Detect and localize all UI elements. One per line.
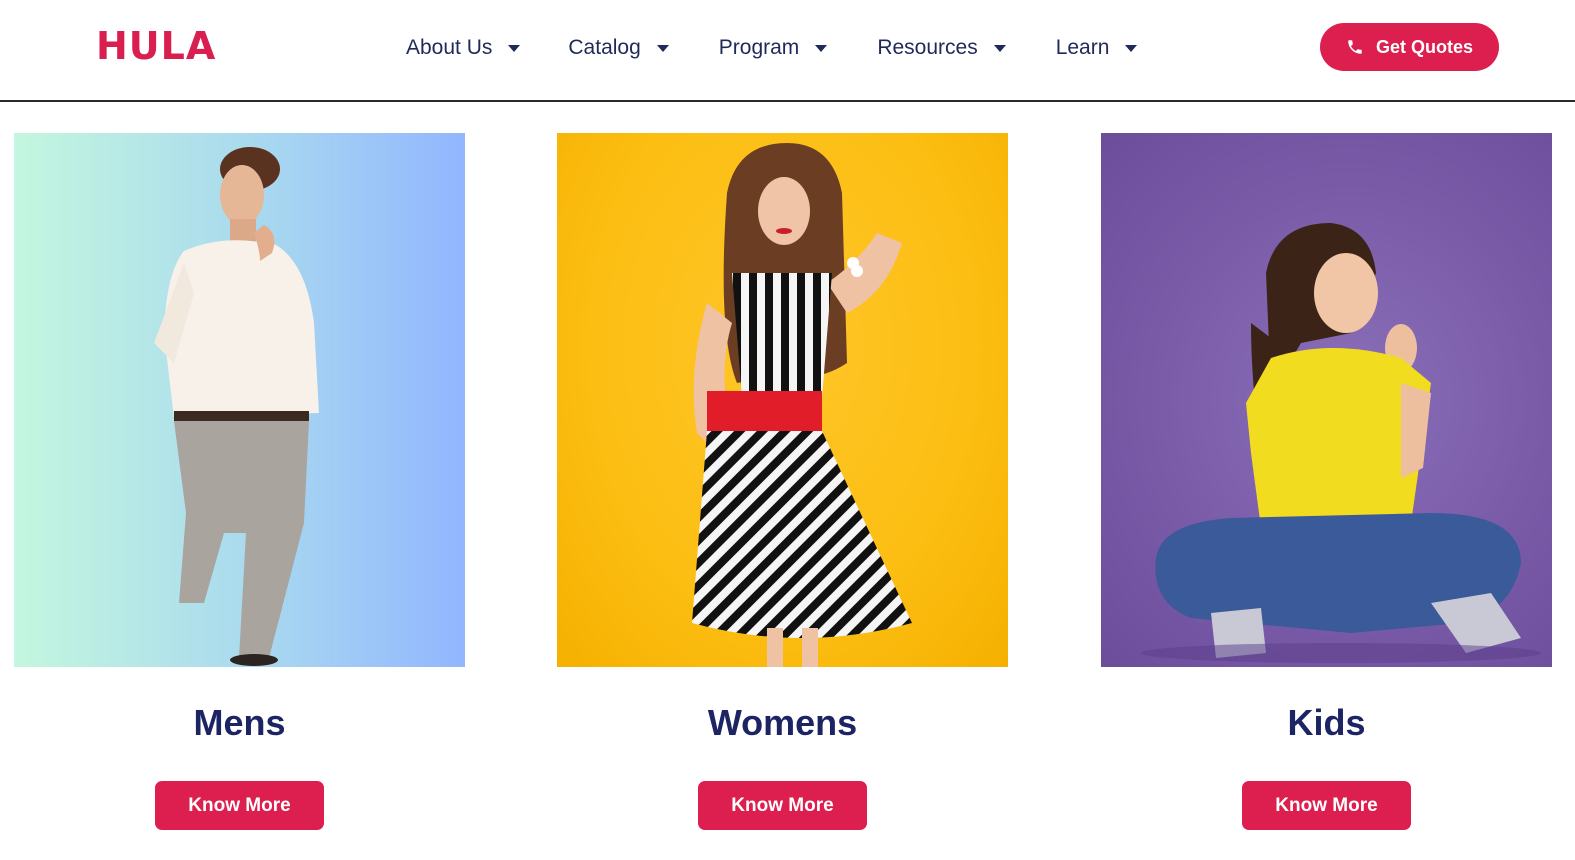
woman-figure [692,143,912,667]
get-quotes-label: Get Quotes [1375,36,1473,57]
womens-title: Womens [707,702,858,743]
nav-program[interactable]: Program [719,36,828,60]
mens-title: Mens [193,702,286,743]
kids-know-more-button[interactable]: Know More [1242,781,1411,830]
nav-resources[interactable]: Resources [877,36,1006,60]
get-quotes-button[interactable]: Get Quotes [1320,23,1499,71]
womens-know-more-button[interactable]: Know More [698,781,867,830]
phone-icon [1348,40,1362,54]
nav-about-us[interactable]: About Us [406,36,521,60]
caret-down-icon [1125,44,1138,52]
nav-program-label: Program [718,36,800,59]
site-header: HULA About Us Catalog Program Resources … [0,0,1575,102]
kids-title: Kids [1287,702,1366,743]
caret-down-icon [993,44,1006,52]
girl-figure [1141,223,1541,663]
main-nav: About Us Catalog Program Resources Learn [406,33,1138,63]
nav-catalog-label: Catalog [568,36,641,59]
nav-resources-label: Resources [877,36,978,59]
man-figure [154,147,319,666]
womens-image[interactable] [557,133,1008,667]
mens-image[interactable] [14,133,465,667]
logo[interactable]: HULA [96,24,216,68]
nav-learn-label: Learn [1055,36,1110,59]
mens-know-more-button[interactable]: Know More [155,781,324,830]
caret-down-icon [815,44,828,52]
kids-image[interactable] [1101,133,1552,667]
nav-catalog[interactable]: Catalog [568,36,669,60]
nav-about-us-label: About Us [406,36,493,59]
caret-down-icon [508,44,521,52]
caret-down-icon [656,44,669,52]
nav-learn[interactable]: Learn [1056,36,1138,60]
